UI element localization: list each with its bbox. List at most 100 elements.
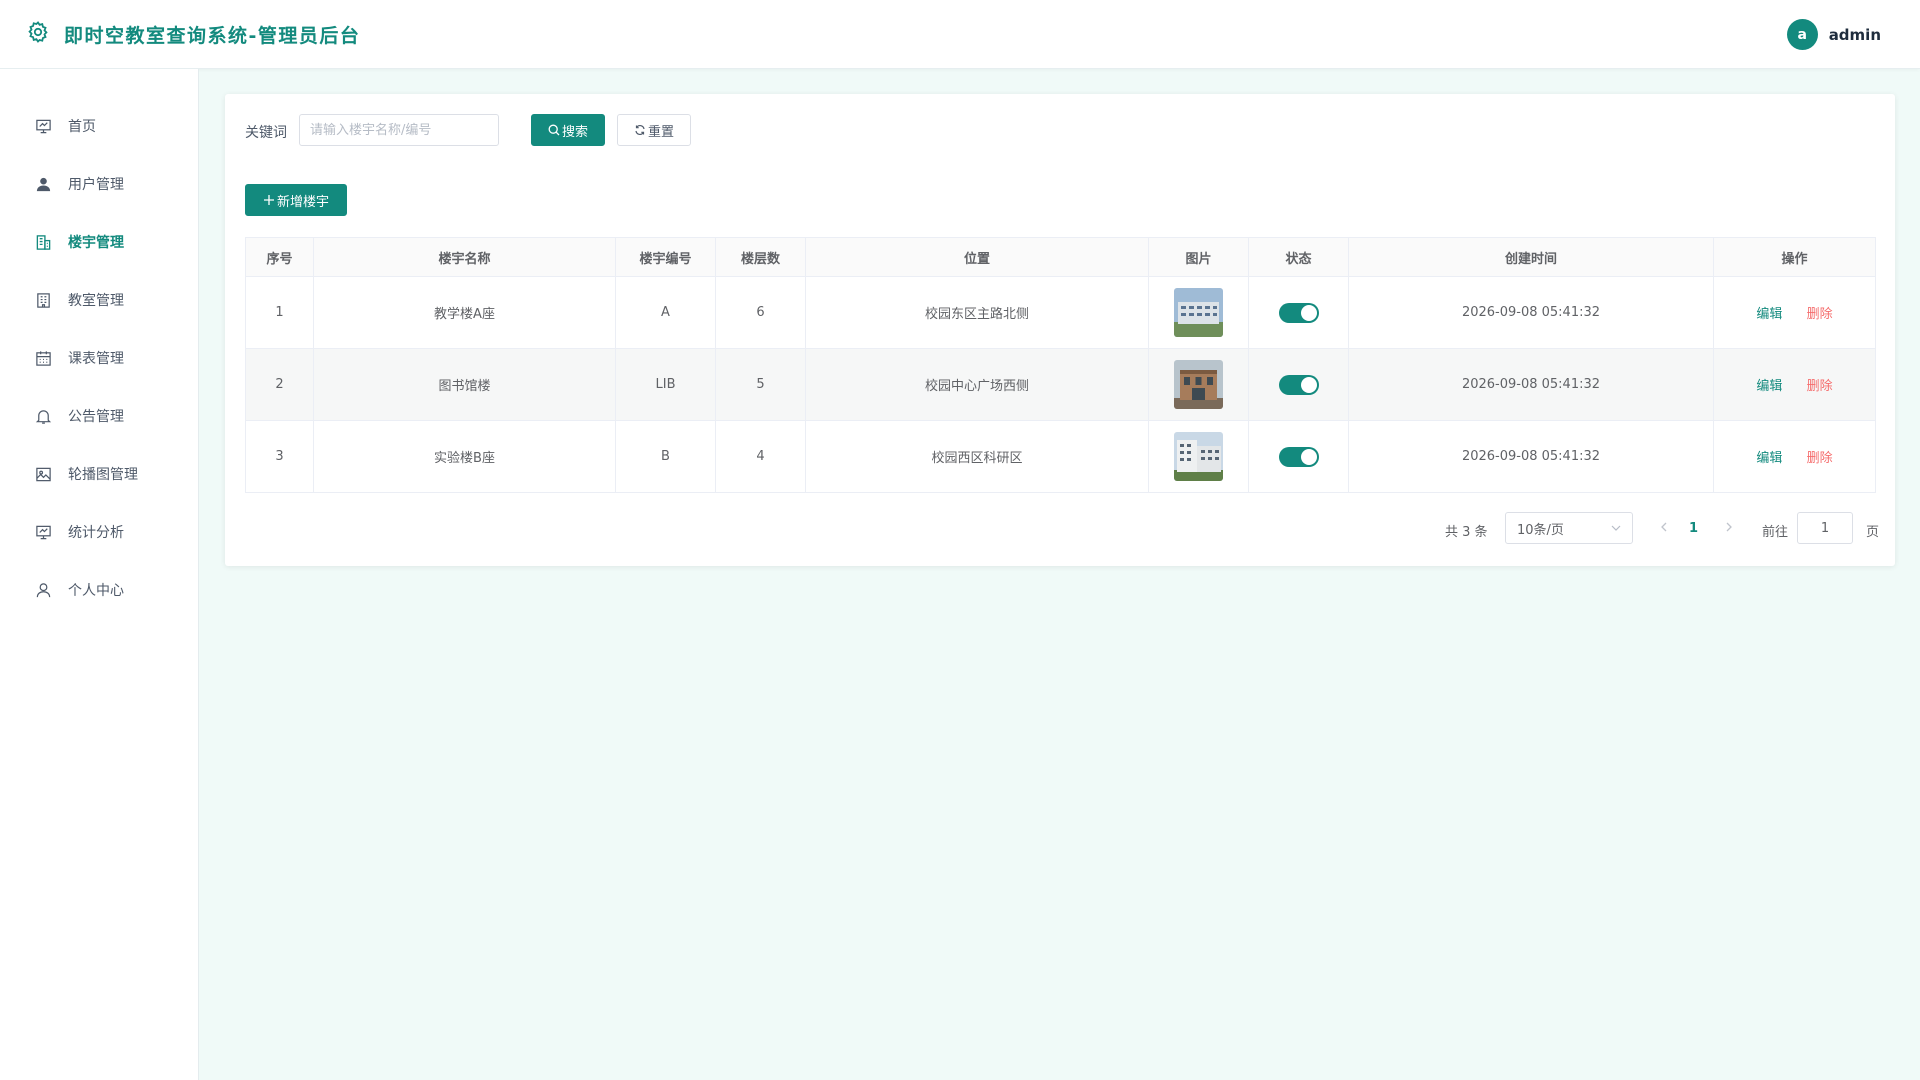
search-button-label: 搜索 [561,124,588,140]
building-thumbnail[interactable] [1174,360,1223,409]
cell-created: 2026-09-08 05:41:32 [1348,420,1714,493]
edit-link[interactable]: 编辑 [1756,379,1782,394]
cell-code: A [615,276,716,349]
sidebar-item-home[interactable]: 首页 [0,97,199,155]
building-icon [36,234,51,250]
reset-button[interactable]: 重置 [617,114,691,146]
sidebar-item-label: 首页 [68,119,96,135]
chevron-down-icon [1611,525,1621,531]
status-toggle[interactable] [1278,302,1319,323]
cell-actions: 编辑 删除 [1713,420,1876,493]
settings-gear-icon [26,20,50,48]
cell-created: 2026-09-08 05:41:32 [1348,348,1714,421]
sidebar-item-label: 轮播图管理 [68,467,138,483]
cell-location: 校园西区科研区 [805,420,1149,493]
user-menu[interactable]: a admin [1786,19,1881,50]
classroom-icon [37,292,50,308]
cell-image [1148,420,1249,493]
avatar[interactable]: a [1786,19,1818,50]
column-header: 楼层数 [715,237,806,277]
goto-label: 前往 [1762,525,1789,540]
cell-name: 图书馆楼 [313,348,616,421]
sidebar-item-buildings[interactable]: 楼宇管理 [0,213,199,271]
delete-link[interactable]: 删除 [1807,379,1833,394]
cell-location: 校园中心广场西侧 [805,348,1149,421]
sidebar-item-schedule[interactable]: 课表管理 [0,329,199,387]
sidebar-item-carousel[interactable]: 轮播图管理 [0,445,199,503]
sidebar-item-classrooms[interactable]: 教室管理 [0,271,199,329]
username[interactable]: admin [1829,26,1881,44]
brand: 即时空教室查询系统-管理员后台 [26,20,360,48]
cell-status [1248,420,1349,493]
chevron-left-icon[interactable] [1657,520,1671,534]
user-icon [36,177,51,191]
add-building-button[interactable]: 新增楼宇 [245,184,347,216]
cell-name: 实验楼B座 [313,420,616,493]
status-toggle[interactable] [1278,374,1319,395]
cell-code: B [615,420,716,493]
plus-icon [263,195,274,205]
refresh-icon [635,125,645,135]
cell-name: 教学楼A座 [313,276,616,349]
column-header: 创建时间 [1348,237,1714,277]
table-row: 2 图书馆楼 LIB 5 校园中心广场西侧 2026-09-08 05:41:3… [245,348,1876,421]
calendar-icon [36,350,51,366]
goto-suffix: 页 [1866,525,1880,540]
column-header: 位置 [805,237,1149,277]
column-header: 图片 [1148,237,1249,277]
building-table: 序号 楼宇名称 楼宇编号 楼层数 位置 图片 状态 创建时间 操作 1 教学楼A… [245,237,1876,493]
column-header: 楼宇编号 [615,237,716,277]
person-icon [36,582,51,597]
cell-location: 校园东区主路北侧 [805,276,1149,349]
goto-page-input[interactable] [1797,512,1853,544]
dashboard-icon [36,119,51,133]
status-toggle[interactable] [1278,446,1319,467]
page-number-current[interactable]: 1 [1689,521,1698,536]
sidebar-item-label: 公告管理 [68,409,124,425]
search-button[interactable]: 搜索 [531,114,605,146]
search-icon [548,124,560,136]
image-icon [36,467,51,481]
column-header: 操作 [1713,237,1876,277]
building-thumbnail[interactable] [1174,432,1223,481]
cell-status [1248,348,1349,421]
sidebar-item-label: 楼宇管理 [68,235,124,251]
keyword-label: 关键词 [245,125,287,141]
column-header: 状态 [1248,237,1349,277]
cell-index: 1 [245,276,314,349]
column-header: 序号 [245,237,314,277]
cell-actions: 编辑 删除 [1713,348,1876,421]
top-header: 即时空教室查询系统-管理员后台 a admin [0,0,1920,69]
sidebar-item-profile[interactable]: 个人中心 [0,561,199,619]
chart-icon [36,525,51,539]
pagination-total: 共 3 条 [1445,525,1488,540]
delete-link[interactable]: 删除 [1807,307,1833,322]
sidebar-item-statistics[interactable]: 统计分析 [0,503,199,561]
table-row: 1 教学楼A座 A 6 校园东区主路北侧 2026-09-08 05:41:32… [245,276,1876,349]
app-title: 即时空教室查询系统-管理员后台 [64,24,361,47]
cell-code: LIB [615,348,716,421]
sidebar-item-users[interactable]: 用户管理 [0,155,199,213]
column-header: 楼宇名称 [313,237,616,277]
building-list-card: 关键词 搜索 重置 新增楼宇 序号 楼宇名称 楼宇编号 楼层数 位置 图片 状态… [225,94,1895,566]
sidebar-item-label: 个人中心 [68,583,124,599]
sidebar-item-label: 统计分析 [68,525,124,541]
cell-floors: 6 [715,276,806,349]
reset-button-label: 重置 [647,124,674,140]
edit-link[interactable]: 编辑 [1756,307,1782,322]
chevron-right-icon[interactable] [1722,520,1736,534]
keyword-search-input[interactable] [299,114,499,146]
page-size-value: 10条/页 [1517,522,1564,538]
sidebar-item-notices[interactable]: 公告管理 [0,387,199,445]
delete-link[interactable]: 删除 [1807,451,1833,466]
building-thumbnail[interactable] [1174,288,1223,337]
sidebar-item-label: 课表管理 [68,351,124,367]
cell-actions: 编辑 删除 [1713,276,1876,349]
cell-floors: 5 [715,348,806,421]
page-size-select[interactable]: 10条/页 [1505,512,1633,544]
sidebar-item-label: 教室管理 [68,293,124,309]
bell-icon [35,409,52,424]
edit-link[interactable]: 编辑 [1756,451,1782,466]
cell-created: 2026-09-08 05:41:32 [1348,276,1714,349]
table-header-row: 序号 楼宇名称 楼宇编号 楼层数 位置 图片 状态 创建时间 操作 [245,237,1876,277]
